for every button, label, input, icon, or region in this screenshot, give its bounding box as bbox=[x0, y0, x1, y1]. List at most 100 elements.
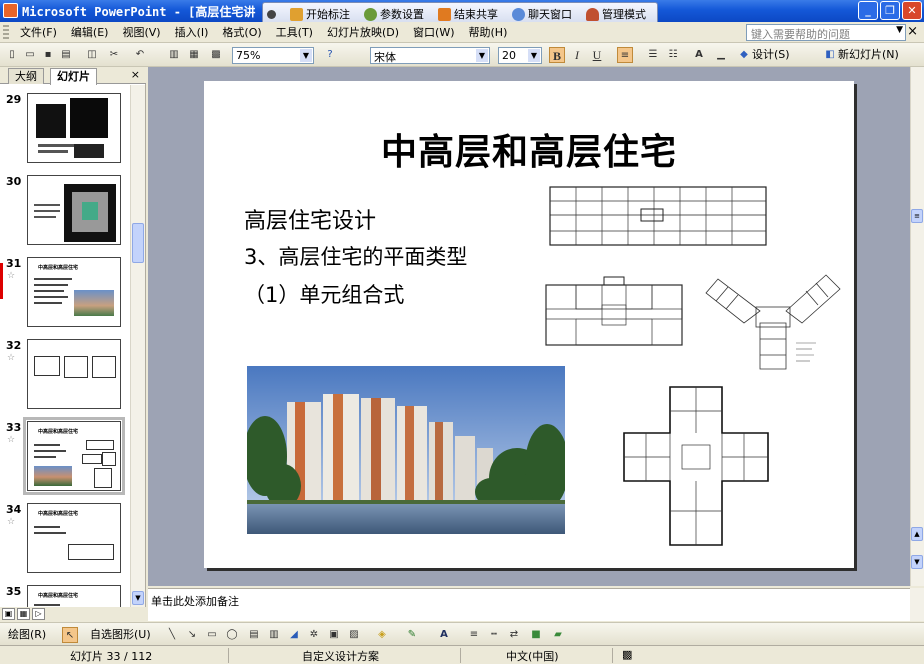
design-icon[interactable]: ◆ bbox=[736, 47, 752, 63]
text-color-icon[interactable]: ▁ bbox=[713, 47, 729, 63]
line-icon[interactable]: ╲ bbox=[164, 627, 180, 643]
shadow-icon[interactable]: ■ bbox=[528, 627, 544, 643]
menu-help[interactable]: 帮助(H) bbox=[462, 24, 515, 40]
floor-plan-drawing[interactable] bbox=[618, 381, 778, 553]
line-style-icon[interactable]: ≡ bbox=[466, 627, 482, 643]
start-annotate-button[interactable]: 开始标注 bbox=[290, 6, 350, 22]
line-color-icon[interactable]: ✎ bbox=[404, 627, 420, 643]
fill-color-icon[interactable]: ◈ bbox=[374, 627, 390, 643]
design-button[interactable]: 设计(S) bbox=[752, 47, 790, 63]
arrow-icon[interactable]: ↘ bbox=[184, 627, 200, 643]
numbered-list-icon[interactable]: ☰ bbox=[645, 47, 661, 63]
slide-text-line[interactable]: （1）单元组合式 bbox=[244, 279, 404, 309]
chat-window-button[interactable]: 聊天窗口 bbox=[512, 6, 572, 22]
print-icon[interactable]: ▤ bbox=[58, 47, 74, 63]
oval-icon[interactable]: ◯ bbox=[224, 627, 240, 643]
diagram-icon[interactable]: ✲ bbox=[306, 627, 322, 643]
bullet-list-icon[interactable]: ☷ bbox=[665, 47, 681, 63]
menu-format[interactable]: 格式(O) bbox=[215, 24, 268, 40]
chevron-down-icon[interactable]: ▼ bbox=[528, 49, 540, 62]
menu-slideshow[interactable]: 幻灯片放映(D) bbox=[320, 24, 406, 40]
slide-thumbnail[interactable] bbox=[27, 175, 121, 245]
slide-thumb-row[interactable]: 29 bbox=[0, 93, 130, 165]
font-color-icon[interactable]: A bbox=[436, 627, 452, 643]
chevron-down-icon[interactable]: ▼ bbox=[476, 49, 488, 62]
floor-plan-drawing[interactable] bbox=[540, 275, 690, 357]
font-size-select[interactable]: 20 ▼ bbox=[498, 47, 542, 64]
table-icon[interactable]: ▦ bbox=[186, 47, 202, 63]
3d-icon[interactable]: ▰ bbox=[550, 627, 566, 643]
help-search-input[interactable]: 键入需要帮助的问题 ▼ bbox=[746, 24, 906, 41]
preview-icon[interactable]: ◫ bbox=[84, 47, 100, 63]
stop-share-button[interactable]: 结束共享 bbox=[438, 6, 498, 22]
autoshapes-button[interactable]: 自选图形(U) bbox=[90, 627, 151, 643]
slide-thumbnail[interactable] bbox=[27, 93, 121, 163]
menu-grip[interactable] bbox=[3, 24, 9, 40]
menu-file[interactable]: 文件(F) bbox=[13, 24, 64, 40]
normal-view-icon[interactable]: ▣ bbox=[2, 608, 15, 620]
slide-thumbnail[interactable]: 中高层和高层住宅 bbox=[27, 585, 121, 607]
tab-outline[interactable]: 大纲 bbox=[8, 68, 44, 84]
pin-icon[interactable] bbox=[267, 9, 276, 19]
minimize-button[interactable]: _ bbox=[858, 1, 878, 20]
bold-button[interactable]: B bbox=[549, 47, 565, 63]
tab-slides[interactable]: 幻灯片 bbox=[50, 68, 97, 85]
slide-thumb-row[interactable]: 32 ☆ bbox=[0, 339, 130, 411]
notes-scrollbar[interactable] bbox=[910, 588, 924, 621]
slide-thumb-row[interactable]: 34 ☆ 中高层和高层住宅 bbox=[0, 503, 130, 575]
admin-mode-button[interactable]: 管理模式 bbox=[586, 6, 646, 22]
close-pane-button[interactable]: × bbox=[131, 68, 140, 81]
vertical-textbox-icon[interactable]: ▥ bbox=[266, 627, 282, 643]
grid-icon[interactable]: ▩ bbox=[208, 47, 224, 63]
menu-view[interactable]: 视图(V) bbox=[115, 24, 167, 40]
slide-thumb-row[interactable]: 30 bbox=[0, 175, 130, 247]
scroll-thumb[interactable]: ≡ bbox=[911, 209, 923, 223]
next-slide-icon[interactable]: ▼ bbox=[911, 555, 923, 569]
chevron-down-icon[interactable]: ▼ bbox=[896, 25, 903, 35]
slide-thumb-row[interactable]: 33 ☆ 中高层和高层住宅 bbox=[0, 417, 130, 495]
slide-thumbnail[interactable]: 中高层和高层住宅 bbox=[27, 503, 121, 573]
menu-window[interactable]: 窗口(W) bbox=[406, 24, 461, 40]
slide-thumbnail[interactable] bbox=[27, 339, 121, 409]
close-button[interactable]: ✕ bbox=[902, 1, 922, 20]
draw-menu-button[interactable]: 绘图(R) bbox=[8, 627, 46, 643]
scroll-thumb[interactable] bbox=[132, 223, 144, 263]
notes-pane[interactable]: 单击此处添加备注 bbox=[148, 588, 910, 621]
menu-insert[interactable]: 插入(I) bbox=[168, 24, 216, 40]
scroll-down-icon[interactable]: ▼ bbox=[132, 591, 144, 605]
settings-button[interactable]: 参数设置 bbox=[364, 6, 424, 22]
clipart-icon[interactable]: ▣ bbox=[326, 627, 342, 643]
new-slide-button[interactable]: 新幻灯片(N) bbox=[838, 47, 899, 63]
spelling-icon[interactable]: ▩ bbox=[622, 648, 632, 661]
new-slide-icon[interactable]: ◧ bbox=[822, 47, 838, 63]
cut-icon[interactable]: ✂ bbox=[106, 47, 122, 63]
save-icon[interactable]: ▪ bbox=[40, 47, 56, 63]
previous-slide-icon[interactable]: ▲ bbox=[911, 527, 923, 541]
menu-tools[interactable]: 工具(T) bbox=[269, 24, 320, 40]
grow-font-button[interactable]: A bbox=[691, 47, 707, 63]
italic-button[interactable]: I bbox=[569, 47, 585, 63]
restore-button[interactable]: ❐ bbox=[880, 1, 900, 20]
slide-thumb-row[interactable]: 35 中高层和高层住宅 bbox=[0, 585, 130, 607]
help-icon[interactable]: ? bbox=[322, 47, 338, 63]
picture-icon[interactable]: ▨ bbox=[346, 627, 362, 643]
sorter-view-icon[interactable]: ▦ bbox=[17, 608, 30, 620]
chevron-down-icon[interactable]: ▼ bbox=[300, 49, 312, 62]
slide-text-line[interactable]: 3、高层住宅的平面类型 bbox=[244, 241, 467, 271]
rectangle-icon[interactable]: ▭ bbox=[204, 627, 220, 643]
floor-plan-drawing[interactable] bbox=[698, 261, 848, 377]
align-left-icon[interactable]: ≡ bbox=[617, 47, 633, 63]
chart-icon[interactable]: ▥ bbox=[166, 47, 182, 63]
editing-area-scrollbar[interactable]: ≡ ▲ ▼ bbox=[910, 67, 924, 586]
slide-thumb-row[interactable]: 31 ☆ 中高层和高层住宅 bbox=[0, 257, 130, 329]
current-slide[interactable]: 中高层和高层住宅 高层住宅设计 3、高层住宅的平面类型 （1）单元组合式 bbox=[204, 81, 854, 568]
floor-plan-drawing[interactable] bbox=[546, 181, 778, 253]
select-arrow-icon[interactable]: ↖ bbox=[62, 627, 78, 643]
undo-icon[interactable]: ↶ bbox=[132, 47, 148, 63]
slideshow-view-icon[interactable]: ▷ bbox=[32, 608, 45, 620]
thumbnail-scrollbar[interactable]: ▼ bbox=[130, 85, 145, 607]
arrow-style-icon[interactable]: ⇄ bbox=[506, 627, 522, 643]
textbox-icon[interactable]: ▤ bbox=[246, 627, 262, 643]
dash-style-icon[interactable]: ┅ bbox=[486, 627, 502, 643]
slide-thumbnail-selected[interactable]: 中高层和高层住宅 bbox=[23, 417, 125, 495]
